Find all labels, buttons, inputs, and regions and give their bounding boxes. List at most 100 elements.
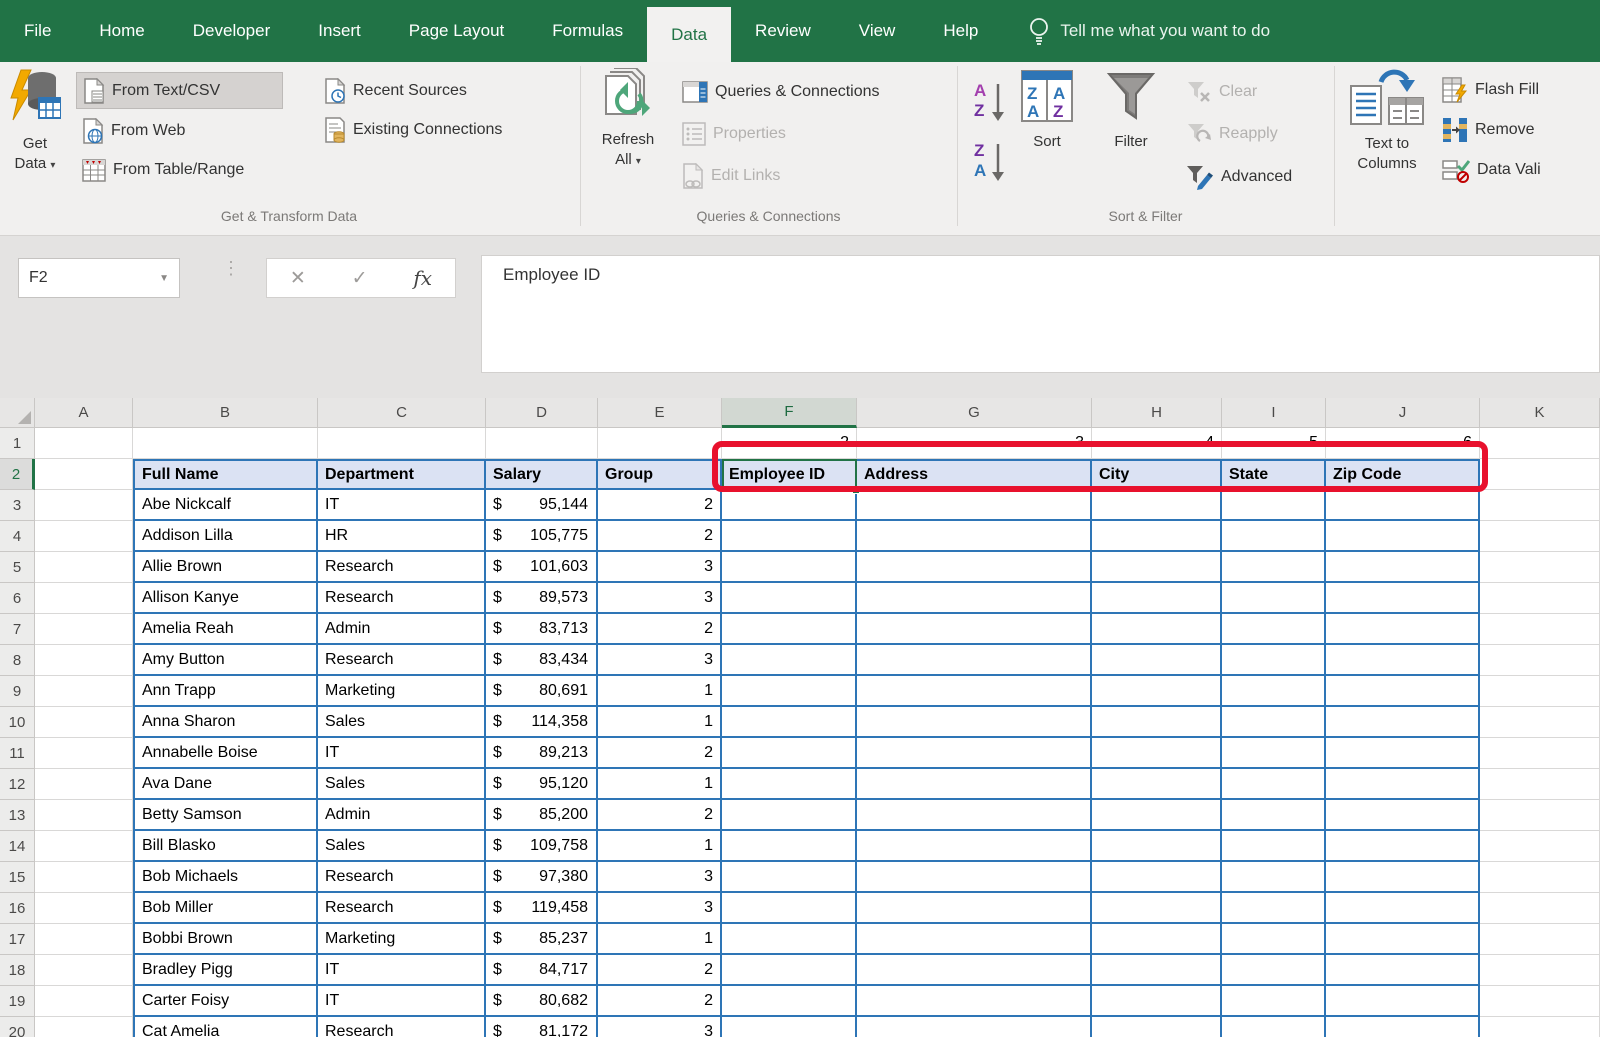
cell-H7[interactable]	[1092, 614, 1222, 645]
column-header-A[interactable]: A	[35, 398, 133, 428]
cell-B2[interactable]: Full Name	[133, 459, 318, 490]
cell-H12[interactable]	[1092, 769, 1222, 800]
cell-F10[interactable]	[722, 707, 857, 738]
cell-K15[interactable]	[1480, 862, 1600, 893]
cell-F19[interactable]	[722, 986, 857, 1017]
cell-J3[interactable]	[1326, 490, 1480, 521]
get-data-button[interactable]: Get Data ▾	[2, 68, 68, 175]
cell-H5[interactable]	[1092, 552, 1222, 583]
cell-K14[interactable]	[1480, 831, 1600, 862]
cell-H16[interactable]	[1092, 893, 1222, 924]
cell-J5[interactable]	[1326, 552, 1480, 583]
cell-A9[interactable]	[35, 676, 133, 707]
cell-J12[interactable]	[1326, 769, 1480, 800]
cell-E4[interactable]: 2	[598, 521, 722, 552]
cell-G17[interactable]	[857, 924, 1092, 955]
cell-K7[interactable]	[1480, 614, 1600, 645]
cell-I15[interactable]	[1222, 862, 1326, 893]
cell-D13[interactable]: $85,200	[486, 800, 598, 831]
cell-A7[interactable]	[35, 614, 133, 645]
cell-C3[interactable]: IT	[318, 490, 486, 521]
column-header-D[interactable]: D	[486, 398, 598, 428]
cell-D12[interactable]: $95,120	[486, 769, 598, 800]
cell-E13[interactable]: 2	[598, 800, 722, 831]
cell-I7[interactable]	[1222, 614, 1326, 645]
flash-fill-button[interactable]: Flash Fill	[1436, 72, 1600, 108]
cell-E19[interactable]: 2	[598, 986, 722, 1017]
cell-G5[interactable]	[857, 552, 1092, 583]
cell-B16[interactable]: Bob Miller	[133, 893, 318, 924]
cell-F5[interactable]	[722, 552, 857, 583]
column-header-F[interactable]: F	[722, 398, 857, 428]
cell-I11[interactable]	[1222, 738, 1326, 769]
cell-J16[interactable]	[1326, 893, 1480, 924]
cell-B10[interactable]: Anna Sharon	[133, 707, 318, 738]
from-web-button[interactable]: From Web	[76, 113, 266, 149]
column-header-H[interactable]: H	[1092, 398, 1222, 428]
cell-C20[interactable]: Research	[318, 1017, 486, 1037]
cell-K17[interactable]	[1480, 924, 1600, 955]
cell-F8[interactable]	[722, 645, 857, 676]
row-header-9[interactable]: 9	[0, 676, 35, 707]
cell-E17[interactable]: 1	[598, 924, 722, 955]
cell-J6[interactable]	[1326, 583, 1480, 614]
confirm-entry-icon[interactable]: ✓	[352, 267, 368, 290]
tab-formulas[interactable]: Formulas	[528, 0, 647, 62]
cell-E2[interactable]: Group	[598, 459, 722, 490]
cell-E10[interactable]: 1	[598, 707, 722, 738]
cell-G9[interactable]	[857, 676, 1092, 707]
cell-H4[interactable]	[1092, 521, 1222, 552]
tab-page-layout[interactable]: Page Layout	[385, 0, 528, 62]
cell-I12[interactable]	[1222, 769, 1326, 800]
remove-duplicates-button[interactable]: Remove	[1436, 112, 1600, 148]
cell-J17[interactable]	[1326, 924, 1480, 955]
cell-K12[interactable]	[1480, 769, 1600, 800]
sort-ascending-button[interactable]: A Z	[966, 76, 1012, 124]
cell-A6[interactable]	[35, 583, 133, 614]
cell-I19[interactable]	[1222, 986, 1326, 1017]
insert-function-icon[interactable]: fx	[413, 266, 432, 290]
row-header-19[interactable]: 19	[0, 986, 35, 1017]
cell-A5[interactable]	[35, 552, 133, 583]
cell-A3[interactable]	[35, 490, 133, 521]
cell-D3[interactable]: $95,144	[486, 490, 598, 521]
cell-F13[interactable]	[722, 800, 857, 831]
cell-H20[interactable]	[1092, 1017, 1222, 1037]
cell-B15[interactable]: Bob Michaels	[133, 862, 318, 893]
cell-K9[interactable]	[1480, 676, 1600, 707]
cell-K10[interactable]	[1480, 707, 1600, 738]
column-header-J[interactable]: J	[1326, 398, 1480, 428]
cell-E18[interactable]: 2	[598, 955, 722, 986]
cell-D18[interactable]: $84,717	[486, 955, 598, 986]
cell-C17[interactable]: Marketing	[318, 924, 486, 955]
cell-G8[interactable]	[857, 645, 1092, 676]
cell-D10[interactable]: $114,358	[486, 707, 598, 738]
column-header-B[interactable]: B	[133, 398, 318, 428]
cell-J19[interactable]	[1326, 986, 1480, 1017]
cell-E11[interactable]: 2	[598, 738, 722, 769]
cell-H14[interactable]	[1092, 831, 1222, 862]
cell-I16[interactable]	[1222, 893, 1326, 924]
cell-D17[interactable]: $85,237	[486, 924, 598, 955]
cell-A13[interactable]	[35, 800, 133, 831]
row-header-16[interactable]: 16	[0, 893, 35, 924]
cell-J8[interactable]	[1326, 645, 1480, 676]
cell-H10[interactable]	[1092, 707, 1222, 738]
cell-J14[interactable]	[1326, 831, 1480, 862]
cell-I10[interactable]	[1222, 707, 1326, 738]
cell-D11[interactable]: $89,213	[486, 738, 598, 769]
cell-D2[interactable]: Salary	[486, 459, 598, 490]
cell-F20[interactable]	[722, 1017, 857, 1037]
cell-D14[interactable]: $109,758	[486, 831, 598, 862]
cell-I13[interactable]	[1222, 800, 1326, 831]
cell-B1[interactable]	[133, 428, 318, 459]
text-to-columns-button[interactable]: Text to Columns	[1342, 68, 1432, 175]
tab-review[interactable]: Review	[731, 0, 835, 62]
cell-D9[interactable]: $80,691	[486, 676, 598, 707]
cell-J7[interactable]	[1326, 614, 1480, 645]
cell-E14[interactable]: 1	[598, 831, 722, 862]
cell-C11[interactable]: IT	[318, 738, 486, 769]
cell-H18[interactable]	[1092, 955, 1222, 986]
cancel-entry-icon[interactable]: ✕	[290, 267, 306, 290]
cell-J15[interactable]	[1326, 862, 1480, 893]
